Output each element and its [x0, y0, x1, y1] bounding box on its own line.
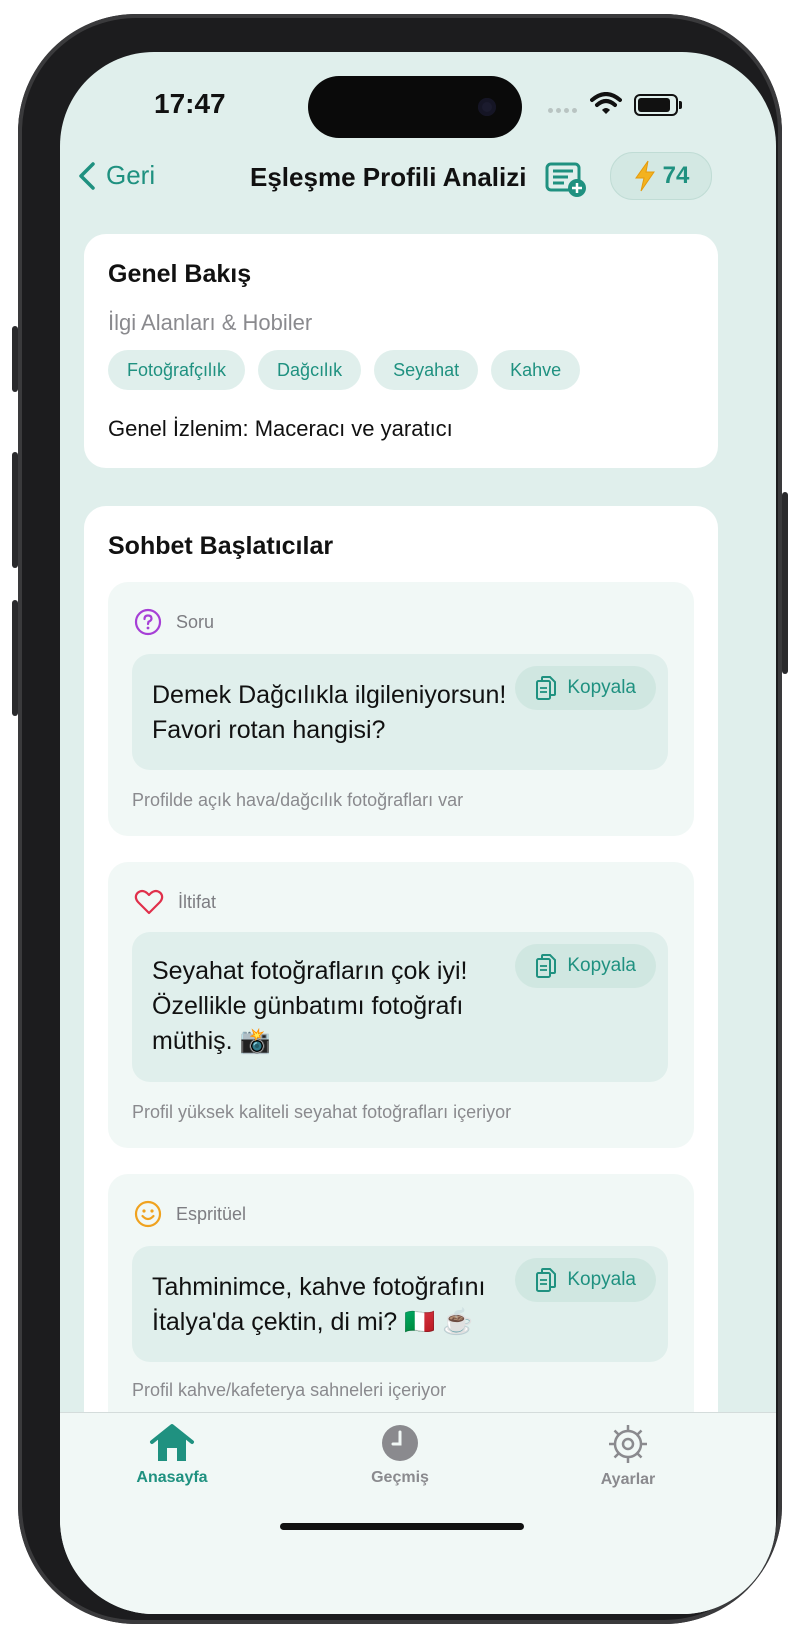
general-impression: Genel İzlenim: Maceracı ve yaratıcı: [108, 416, 453, 441]
overview-card: Genel Bakış İlgi Alanları & Hobiler Foto…: [84, 234, 718, 468]
interest-tag: Seyahat: [374, 350, 479, 390]
copy-button[interactable]: Kopyala: [515, 944, 656, 988]
starter-type: Soru: [134, 608, 214, 636]
volume-up-button: [12, 452, 18, 568]
interests-subtitle: İlgi Alanları & Hobiler: [108, 310, 313, 335]
copy-label: Kopyala: [567, 955, 636, 976]
tab-home[interactable]: Anasayfa: [112, 1423, 232, 1487]
message-text: Seyahat fotoğrafların çok iyi! Özellikle…: [152, 957, 468, 1055]
home-indicator[interactable]: [280, 1523, 524, 1530]
mute-switch: [12, 326, 18, 392]
overview-title: Genel Bakış: [108, 260, 252, 288]
starter-type-label: Espritüel: [176, 1203, 247, 1224]
tab-settings[interactable]: Ayarlar: [568, 1423, 688, 1489]
interest-tag: Fotoğrafçılık: [108, 350, 246, 390]
add-note-icon[interactable]: [544, 156, 588, 200]
message-bubble: Tahminimce, kahve fotoğrafını İtalya'da …: [132, 1246, 668, 1362]
volume-down-button: [12, 600, 18, 716]
starter-reason: Profil kahve/kafeterya sahneleri içeriyo…: [132, 1380, 447, 1400]
starters-title: Sohbet Başlatıcılar: [108, 532, 334, 560]
conversation-starters-card: Sohbet Başlatıcılar Soru Demek Dağcılıkl…: [84, 506, 718, 1506]
phone-frame: 17:47 Geri Eşleşme Profili Analizi 74 Ge…: [12, 14, 788, 1624]
copy-icon: [536, 676, 557, 700]
camera-icon: [478, 98, 496, 116]
interest-tag: Dağcılık: [258, 350, 362, 390]
copy-button[interactable]: Kopyala: [515, 666, 656, 710]
interest-tag: Kahve: [491, 350, 581, 390]
lightning-icon: [634, 160, 655, 192]
tab-history[interactable]: Geçmiş: [340, 1423, 460, 1487]
cellular-signal-icon: [548, 108, 577, 113]
status-time: 17:47: [154, 88, 226, 119]
starter-item: Soru Demek Dağcılıkla ilgileniyorsun! Fa…: [108, 582, 694, 836]
credits-count: 74: [662, 162, 690, 189]
starter-type: Espritüel: [134, 1200, 246, 1228]
message-text: Demek Dağcılıkla ilgileniyorsun! Favori …: [152, 681, 507, 744]
starter-type-label: İltifat: [178, 891, 217, 912]
screen: 17:47 Geri Eşleşme Profili Analizi 74 Ge…: [60, 52, 776, 1614]
tab-label: Ayarlar: [600, 1471, 656, 1488]
copy-label: Kopyala: [567, 1269, 636, 1290]
power-button: [782, 492, 788, 674]
smile-icon: [134, 1200, 162, 1228]
battery-icon: [634, 94, 682, 116]
starter-item: İltifat Seyahat fotoğrafların çok iyi! Ö…: [108, 862, 694, 1148]
tab-label: Anasayfa: [136, 1469, 208, 1486]
message-bubble: Demek Dağcılıkla ilgileniyorsun! Favori …: [132, 654, 668, 770]
gear-icon: [609, 1425, 647, 1463]
message-bubble: Seyahat fotoğrafların çok iyi! Özellikle…: [132, 932, 668, 1082]
tab-bar: Anasayfa Geçmiş Ayarlar: [60, 1412, 776, 1614]
starter-type: İltifat: [134, 888, 216, 916]
starter-reason: Profilde açık hava/dağcılık fotoğrafları…: [132, 790, 464, 810]
clock-icon: [382, 1425, 418, 1461]
copy-label: Kopyala: [567, 677, 636, 698]
dynamic-island: [308, 76, 522, 138]
credits-badge[interactable]: 74: [610, 152, 712, 200]
tab-label: Geçmiş: [371, 1469, 429, 1486]
starter-type-label: Soru: [176, 611, 215, 632]
copy-button[interactable]: Kopyala: [515, 1258, 656, 1302]
back-button[interactable]: Geri: [78, 160, 155, 191]
starter-reason: Profil yüksek kaliteli seyahat fotoğrafl…: [132, 1102, 512, 1122]
chevron-left-icon: [79, 161, 95, 190]
page-title: Eşleşme Profili Analizi: [250, 162, 527, 192]
message-text: Tahminimce, kahve fotoğrafını İtalya'da …: [152, 1273, 486, 1336]
interest-tags: Fotoğrafçılık Dağcılık Seyahat Kahve: [108, 350, 581, 390]
back-label: Geri: [106, 160, 156, 190]
navigation-bar: Geri Eşleşme Profili Analizi 74: [60, 152, 776, 208]
question-circle-icon: [134, 608, 162, 636]
copy-icon: [536, 954, 557, 978]
copy-icon: [536, 1268, 557, 1292]
home-icon: [150, 1424, 194, 1461]
wifi-icon: [590, 92, 622, 114]
heart-icon: [134, 889, 164, 915]
